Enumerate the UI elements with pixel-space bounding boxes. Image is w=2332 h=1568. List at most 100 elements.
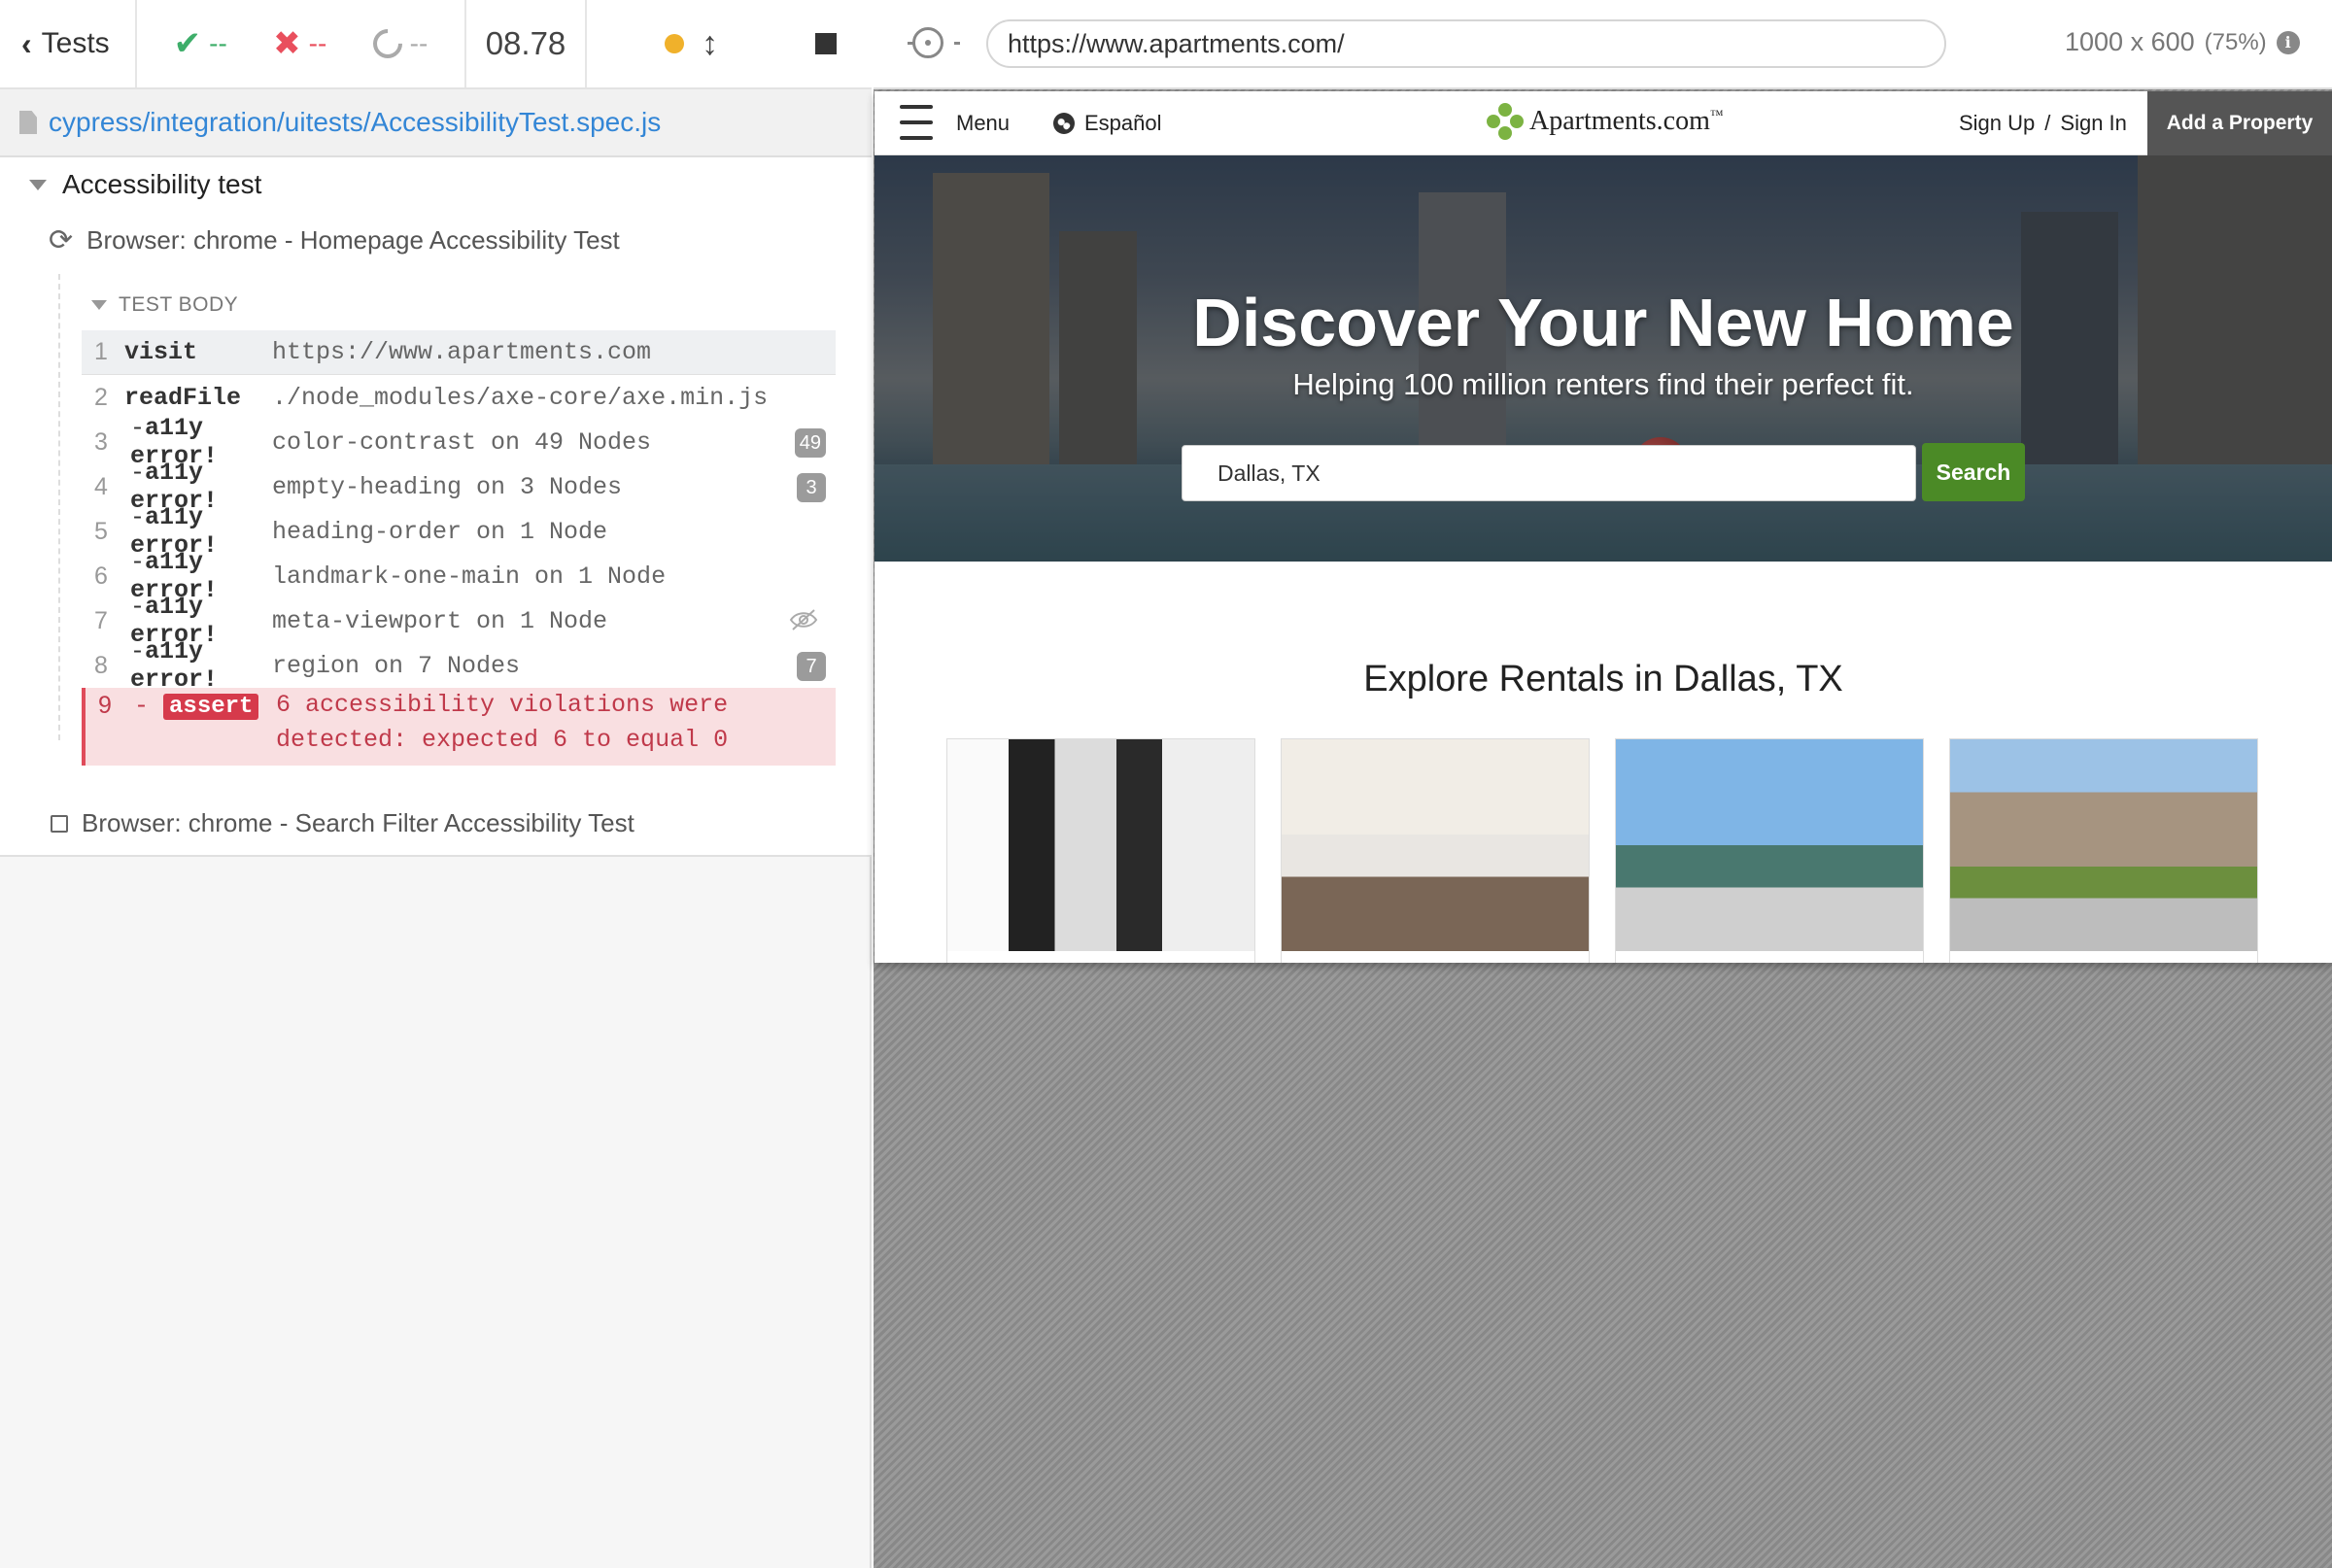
tests-back-button[interactable]: ‹ Tests xyxy=(0,0,137,87)
command-message: https://www.apartments.com xyxy=(272,338,652,366)
auth-separator: / xyxy=(2044,111,2051,135)
suite-header[interactable]: Accessibility test xyxy=(29,169,261,200)
command-message: ./node_modules/axe-core/axe.min.js xyxy=(272,383,769,412)
command-name: -a11y error! xyxy=(130,637,219,694)
hero-subtitle: Helping 100 million renters find their p… xyxy=(1292,367,1914,401)
runnables-list: Accessibility test ⟳ Browser: chrome - H… xyxy=(0,157,872,857)
site-logo[interactable]: Apartments.com™ xyxy=(1487,103,1724,140)
check-icon: ✔ xyxy=(173,25,202,62)
passed-stat: ✔ -- xyxy=(174,24,227,63)
add-property-button[interactable]: Add a Property xyxy=(2147,91,2332,155)
test-body-label: TEST BODY xyxy=(119,293,239,316)
chevron-left-icon: ‹ xyxy=(21,25,32,61)
hero-title: Discover Your New Home xyxy=(1192,285,2014,360)
run-controls: ↕ xyxy=(587,0,872,87)
rental-cards xyxy=(946,738,2258,963)
reporter-panel: ‹ Tests ✔ -- ✖ -- -- 08.78 ↕ cypress/int… xyxy=(0,0,872,1568)
caret-down-icon xyxy=(91,300,107,310)
command-number: 4 xyxy=(94,472,108,500)
command-message: 6 accessibility violations were detected… xyxy=(276,688,836,758)
sign-in-link[interactable]: Sign In xyxy=(2060,111,2127,136)
command-message: landmark-one-main on 1 Node xyxy=(272,562,667,591)
eye-off-icon xyxy=(789,609,818,631)
command-row[interactable]: 1 visit https://www.apartments.com xyxy=(82,330,836,375)
hamburger-icon[interactable] xyxy=(900,105,933,140)
command-number: 2 xyxy=(94,383,108,411)
caret-down-icon xyxy=(29,179,47,190)
stop-icon[interactable] xyxy=(815,33,837,54)
scroll-toggle-icon: ↕ xyxy=(702,24,718,62)
info-icon[interactable]: i xyxy=(2276,30,2300,54)
command-message: region on 7 Nodes xyxy=(272,651,521,680)
command-row[interactable]: 8 -a11y error! region on 7 Nodes 7 xyxy=(82,637,836,694)
location-search-input[interactable]: Dallas, TX xyxy=(1182,445,1916,501)
test-title: Browser: chrome - Search Filter Accessib… xyxy=(82,808,634,837)
failed-count: -- xyxy=(308,28,327,58)
pending-checkbox-icon xyxy=(51,814,68,833)
viewport-info: 1000 x 600 (75%) i xyxy=(2065,27,2300,57)
pending-spinner-icon xyxy=(366,22,408,65)
target-icon[interactable] xyxy=(908,27,960,58)
passed-count: -- xyxy=(209,28,227,58)
rental-card[interactable] xyxy=(1949,738,2258,963)
search-button[interactable]: Search xyxy=(1922,443,2025,501)
spec-path-link[interactable]: cypress/integration/uitests/Accessibilit… xyxy=(49,107,661,138)
viewport-size: 1000 x 600 xyxy=(2065,27,2195,56)
rental-card[interactable] xyxy=(946,738,1255,963)
assert-message-line2: detected: expected 6 to equal 0 xyxy=(276,726,729,754)
command-row-failed[interactable]: 9 - assert 6 accessibility violations we… xyxy=(82,688,836,766)
test-title: Browser: chrome - Homepage Accessibility… xyxy=(86,225,620,255)
viewport-zoom: (75%) xyxy=(2204,28,2267,55)
suite-title: Accessibility test xyxy=(62,169,262,199)
command-number: 1 xyxy=(94,338,108,365)
command-message: meta-viewport on 1 Node xyxy=(272,606,608,635)
command-name: - assert xyxy=(124,692,276,720)
command-number: 9 xyxy=(98,692,112,719)
test-body-header[interactable]: TEST BODY xyxy=(91,293,238,317)
tests-back-label: Tests xyxy=(41,27,110,59)
rental-card[interactable] xyxy=(1281,738,1590,963)
url-field[interactable]: https://www.apartments.com/ xyxy=(986,19,1946,68)
command-message: heading-order on 1 Node xyxy=(272,517,608,546)
node-count-badge: 7 xyxy=(797,652,826,681)
rental-image xyxy=(1282,739,1589,951)
duration: 08.78 xyxy=(466,0,587,87)
command-name-text: a11y error! xyxy=(130,637,219,694)
pending-stat: -- xyxy=(366,22,429,65)
menu-link[interactable]: Menu xyxy=(956,111,1010,136)
logo-text: Apartments.com™ xyxy=(1529,106,1724,136)
stats-group: ✔ -- ✖ -- -- xyxy=(137,0,466,87)
test-body: TEST BODY 1 visit https://www.apartments… xyxy=(58,274,836,766)
pending-count: -- xyxy=(409,28,429,58)
sign-up-link[interactable]: Sign Up xyxy=(1959,111,2035,136)
test-homepage[interactable]: ⟳ Browser: chrome - Homepage Accessibili… xyxy=(49,223,620,257)
rental-image xyxy=(1616,739,1923,951)
assert-message-line1: 6 accessibility violations were xyxy=(276,691,729,719)
rental-image xyxy=(947,739,1254,951)
stats-bar: ‹ Tests ✔ -- ✖ -- -- 08.78 ↕ xyxy=(0,0,872,89)
command-message: empty-heading on 3 Nodes xyxy=(272,472,623,501)
assert-tag: assert xyxy=(163,694,259,720)
test-search-filter[interactable]: Browser: chrome - Search Filter Accessib… xyxy=(51,808,634,838)
rental-card[interactable] xyxy=(1615,738,1924,963)
command-number: 7 xyxy=(94,606,108,634)
command-number: 3 xyxy=(94,427,108,456)
file-icon xyxy=(19,111,37,134)
command-list: 1 visit https://www.apartments.com 2 rea… xyxy=(82,330,836,766)
node-count-badge: 49 xyxy=(794,428,826,458)
command-message: color-contrast on 49 Nodes xyxy=(272,427,652,457)
language-label: Español xyxy=(1084,111,1162,135)
node-count-badge: 3 xyxy=(797,473,826,502)
language-link[interactable]: Español xyxy=(1053,111,1162,136)
rental-image xyxy=(1950,739,2257,951)
command-name: readFile xyxy=(124,383,242,412)
aut-panel: https://www.apartments.com/ 1000 x 600 (… xyxy=(874,0,2332,1568)
autoscroll-toggle[interactable]: ↕ xyxy=(665,25,718,63)
running-dot-icon xyxy=(665,34,684,53)
command-name: visit xyxy=(124,338,198,366)
command-number: 8 xyxy=(94,651,108,679)
auth-links: Sign Up / Sign In xyxy=(1959,111,2127,136)
explore-title: Explore Rentals in Dallas, TX xyxy=(1363,659,1843,699)
aut-header: https://www.apartments.com/ 1000 x 600 (… xyxy=(874,0,2332,89)
command-number: 5 xyxy=(94,517,108,545)
